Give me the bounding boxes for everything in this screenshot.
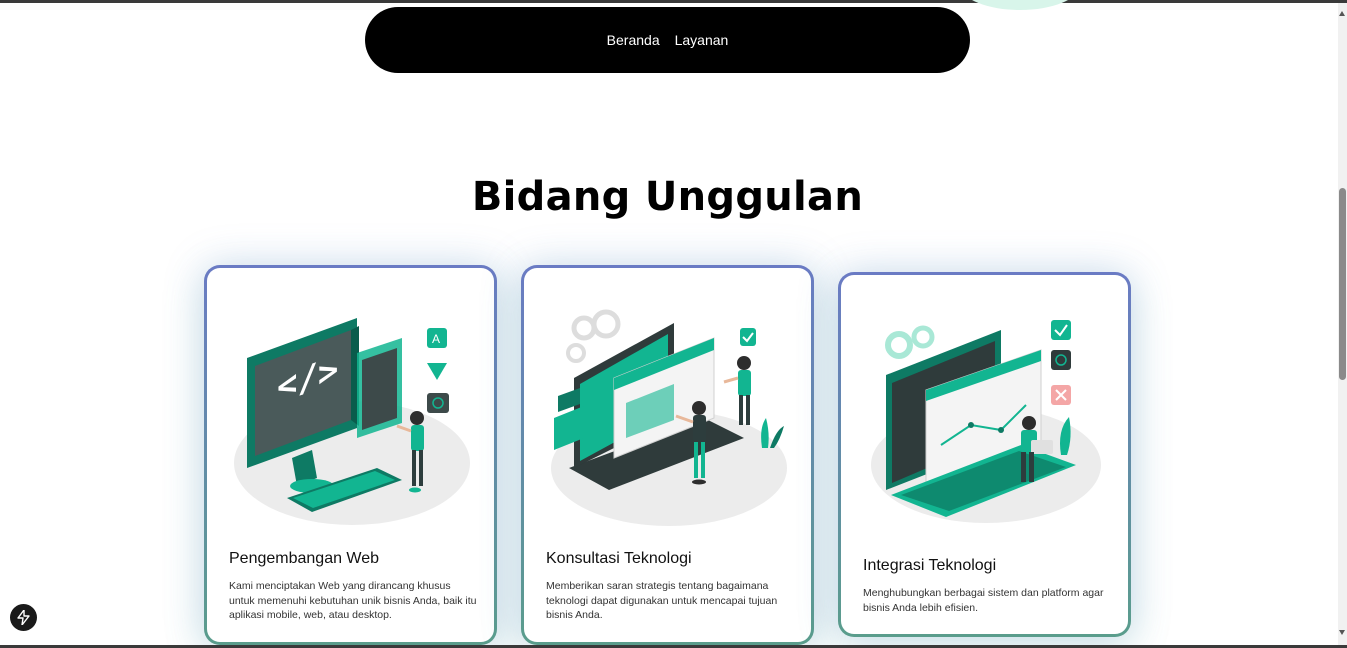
card-title: Integrasi Teknologi [863,557,997,574]
lightning-icon[interactable] [10,604,37,631]
main-navbar: Beranda Layanan [365,7,970,73]
svg-text:A: A [432,332,440,346]
nav-link-layanan[interactable]: Layanan [675,32,729,48]
service-card-consulting[interactable]: Konsultasi Teknologi Memberikan saran st… [521,265,814,645]
window-top-edge [0,0,1347,3]
card-description: Menghubungkan berbagai sistem dan platfo… [863,587,1104,614]
card-title: Konsultasi Teknologi [546,550,692,567]
section-title: Bidang Unggulan [471,174,864,220]
web-development-illustration: </> A [234,318,470,525]
service-card-integration[interactable]: Integrasi Teknologi Menghubungkan berbag… [838,272,1131,637]
scroll-down-icon[interactable] [1339,630,1345,635]
tech-integration-illustration [871,320,1101,523]
decorative-blob [960,0,1080,10]
service-card-web[interactable]: </> A Pengembangan Web Kami menciptakan … [204,265,497,645]
nav-link-beranda[interactable]: Beranda [607,32,660,48]
scroll-up-icon[interactable] [1339,11,1345,16]
card-title: Pengembangan Web [229,550,380,567]
card-description: Memberikan saran strategis tentang bagai… [546,580,778,621]
vertical-scrollbar[interactable] [1338,3,1347,645]
card-description: Kami menciptakan Web yang dirancang khus… [229,580,477,621]
tech-consulting-illustration [551,309,787,526]
scroll-thumb[interactable] [1339,188,1346,380]
